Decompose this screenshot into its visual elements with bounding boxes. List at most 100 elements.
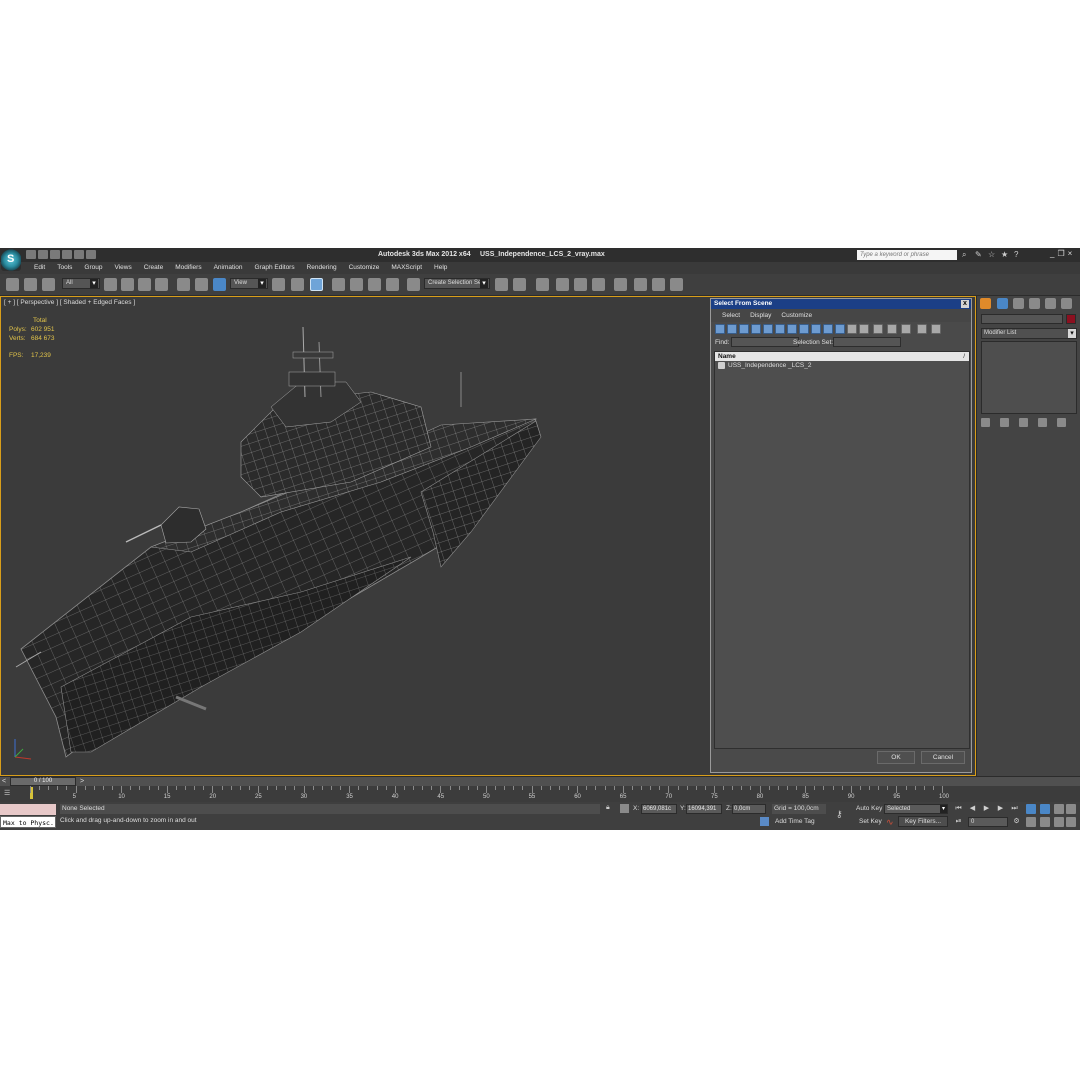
zoom-extents-all-icon[interactable] — [1066, 804, 1076, 814]
auto-key-button[interactable]: Auto Key — [856, 805, 882, 812]
display-tab-icon[interactable] — [1045, 298, 1056, 309]
display-shapes-icon[interactable] — [727, 324, 737, 334]
maxscript-output[interactable] — [0, 804, 56, 815]
layer-manager-icon[interactable] — [536, 278, 549, 291]
display-all-icon[interactable] — [859, 324, 869, 334]
display-space-warps-icon[interactable] — [775, 324, 785, 334]
menu-group[interactable]: Group — [78, 262, 108, 274]
selection-lock-icon[interactable]: 🔒︎ — [606, 804, 610, 812]
communication-icon[interactable]: ☆ — [988, 250, 996, 259]
rotate-icon[interactable] — [195, 278, 208, 291]
ok-button[interactable]: OK — [877, 751, 915, 764]
rendered-frame-window-icon[interactable] — [652, 278, 665, 291]
menu-edit[interactable]: Edit — [28, 262, 51, 274]
spinner-snap-icon[interactable] — [386, 278, 399, 291]
z-coordinate-field[interactable]: 0,0cm — [732, 804, 766, 814]
orbit-icon[interactable] — [1054, 817, 1064, 827]
time-tag-icon[interactable] — [760, 817, 769, 826]
menu-views[interactable]: Views — [108, 262, 137, 274]
make-unique-icon[interactable] — [1019, 418, 1028, 427]
find-input[interactable] — [731, 337, 799, 347]
remove-modifier-icon[interactable] — [1038, 418, 1047, 427]
menu-graph-editors[interactable]: Graph Editors — [249, 262, 301, 274]
configure-modifier-sets-icon[interactable] — [1057, 418, 1066, 427]
select-all-icon[interactable] — [873, 324, 883, 334]
unlink-icon[interactable] — [24, 278, 37, 291]
open-file-icon[interactable] — [38, 250, 48, 259]
create-tab-icon[interactable] — [980, 298, 991, 309]
maxscript-listener-input[interactable]: Max to Physc. — [0, 816, 56, 828]
curve-editor-icon[interactable] — [574, 278, 587, 291]
time-slider[interactable]: < 0 / 100 > — [0, 776, 1080, 786]
viewport-label[interactable]: [ + ] [ Perspective ] [ Shaded + Edged F… — [4, 299, 135, 306]
binoculars-icon[interactable]: ⌕ — [962, 250, 970, 259]
graphite-modeling-icon[interactable] — [556, 278, 569, 291]
menu-modifiers[interactable]: Modifiers — [169, 262, 207, 274]
select-none-icon[interactable] — [887, 324, 897, 334]
menu-help[interactable]: Help — [428, 262, 453, 274]
menu-maxscript[interactable]: MAXScript — [385, 262, 428, 274]
scene-object-list[interactable]: Name USS_Independence _LCS_2 — [714, 351, 970, 749]
menu-rendering[interactable]: Rendering — [301, 262, 343, 274]
menu-customize[interactable]: Customize — [343, 262, 386, 274]
material-editor-icon[interactable] — [614, 278, 627, 291]
cancel-button[interactable]: Cancel — [921, 751, 965, 764]
set-key-button[interactable]: Set Key — [859, 818, 882, 825]
link-icon[interactable] — [6, 278, 19, 291]
app-logo-icon[interactable]: S — [1, 249, 21, 271]
object-color-swatch[interactable] — [1066, 314, 1076, 324]
rectangular-selection-icon[interactable] — [138, 278, 151, 291]
go-to-end-icon[interactable]: ⏭ — [1010, 804, 1019, 813]
zoom-all-icon[interactable] — [1040, 804, 1050, 814]
motion-tab-icon[interactable] — [1029, 298, 1040, 309]
select-object-icon[interactable] — [104, 278, 117, 291]
menu-tools[interactable]: Tools — [51, 262, 78, 274]
column-header-name[interactable]: Name — [715, 352, 969, 361]
menu-create[interactable]: Create — [138, 262, 170, 274]
display-groups-icon[interactable] — [787, 324, 797, 334]
project-folder-icon[interactable] — [86, 250, 96, 259]
time-slider-thumb[interactable]: 0 / 100 — [10, 777, 76, 786]
favorites-icon[interactable]: ★ — [1001, 250, 1009, 259]
undo-icon[interactable] — [62, 250, 72, 259]
modifier-list-dropdown[interactable]: Modifier List — [981, 328, 1077, 339]
display-bones-icon[interactable] — [811, 324, 821, 334]
display-xrefs-icon[interactable] — [799, 324, 809, 334]
render-production-icon[interactable] — [670, 278, 683, 291]
key-selection-dropdown[interactable]: Selected — [884, 804, 948, 814]
snaps-toggle-icon[interactable] — [332, 278, 345, 291]
close-icon[interactable]: × — [1068, 249, 1073, 258]
dialog-menu-customize[interactable]: Customize — [776, 309, 817, 322]
help-icon[interactable]: ? — [1014, 250, 1022, 259]
key-mode-icon[interactable]: ∿ — [886, 817, 894, 828]
display-helpers-icon[interactable] — [763, 324, 773, 334]
new-file-icon[interactable] — [26, 250, 36, 259]
object-name-field[interactable] — [981, 314, 1063, 324]
x-coordinate-field[interactable]: 6069,081c — [641, 804, 677, 814]
pan-view-icon[interactable] — [1040, 817, 1050, 827]
play-icon[interactable]: ▶ — [982, 804, 991, 813]
display-geometry-icon[interactable] — [715, 324, 725, 334]
mirror-icon[interactable] — [495, 278, 508, 291]
redo-icon[interactable] — [74, 250, 84, 259]
reference-coordinate-dropdown[interactable]: View — [230, 278, 268, 289]
open-mini-curve-editor-icon[interactable]: ☰ — [4, 789, 16, 799]
time-slider-prev-icon[interactable]: < — [2, 777, 6, 786]
schematic-view-icon[interactable] — [592, 278, 605, 291]
time-slider-next-icon[interactable]: > — [80, 777, 84, 786]
dialog-title-bar[interactable]: Select From Scene x — [711, 299, 971, 309]
y-coordinate-field[interactable]: 16094,391 — [686, 804, 722, 814]
angle-snap-icon[interactable] — [350, 278, 363, 291]
bind-space-warp-icon[interactable] — [42, 278, 55, 291]
add-time-tag-button[interactable]: Add Time Tag — [775, 818, 815, 825]
absolute-mode-icon[interactable] — [620, 804, 629, 813]
key-mode-toggle-icon[interactable]: ⏯ — [954, 817, 963, 826]
select-by-name-icon[interactable] — [121, 278, 134, 291]
select-invert-icon[interactable] — [901, 324, 911, 334]
hierarchy-tab-icon[interactable] — [1013, 298, 1024, 309]
scale-icon[interactable] — [213, 278, 226, 291]
percent-snap-icon[interactable] — [368, 278, 381, 291]
previous-frame-icon[interactable]: ◀ — [968, 804, 977, 813]
next-frame-icon[interactable]: ▶ — [996, 804, 1005, 813]
edit-named-selection-icon[interactable] — [407, 278, 420, 291]
